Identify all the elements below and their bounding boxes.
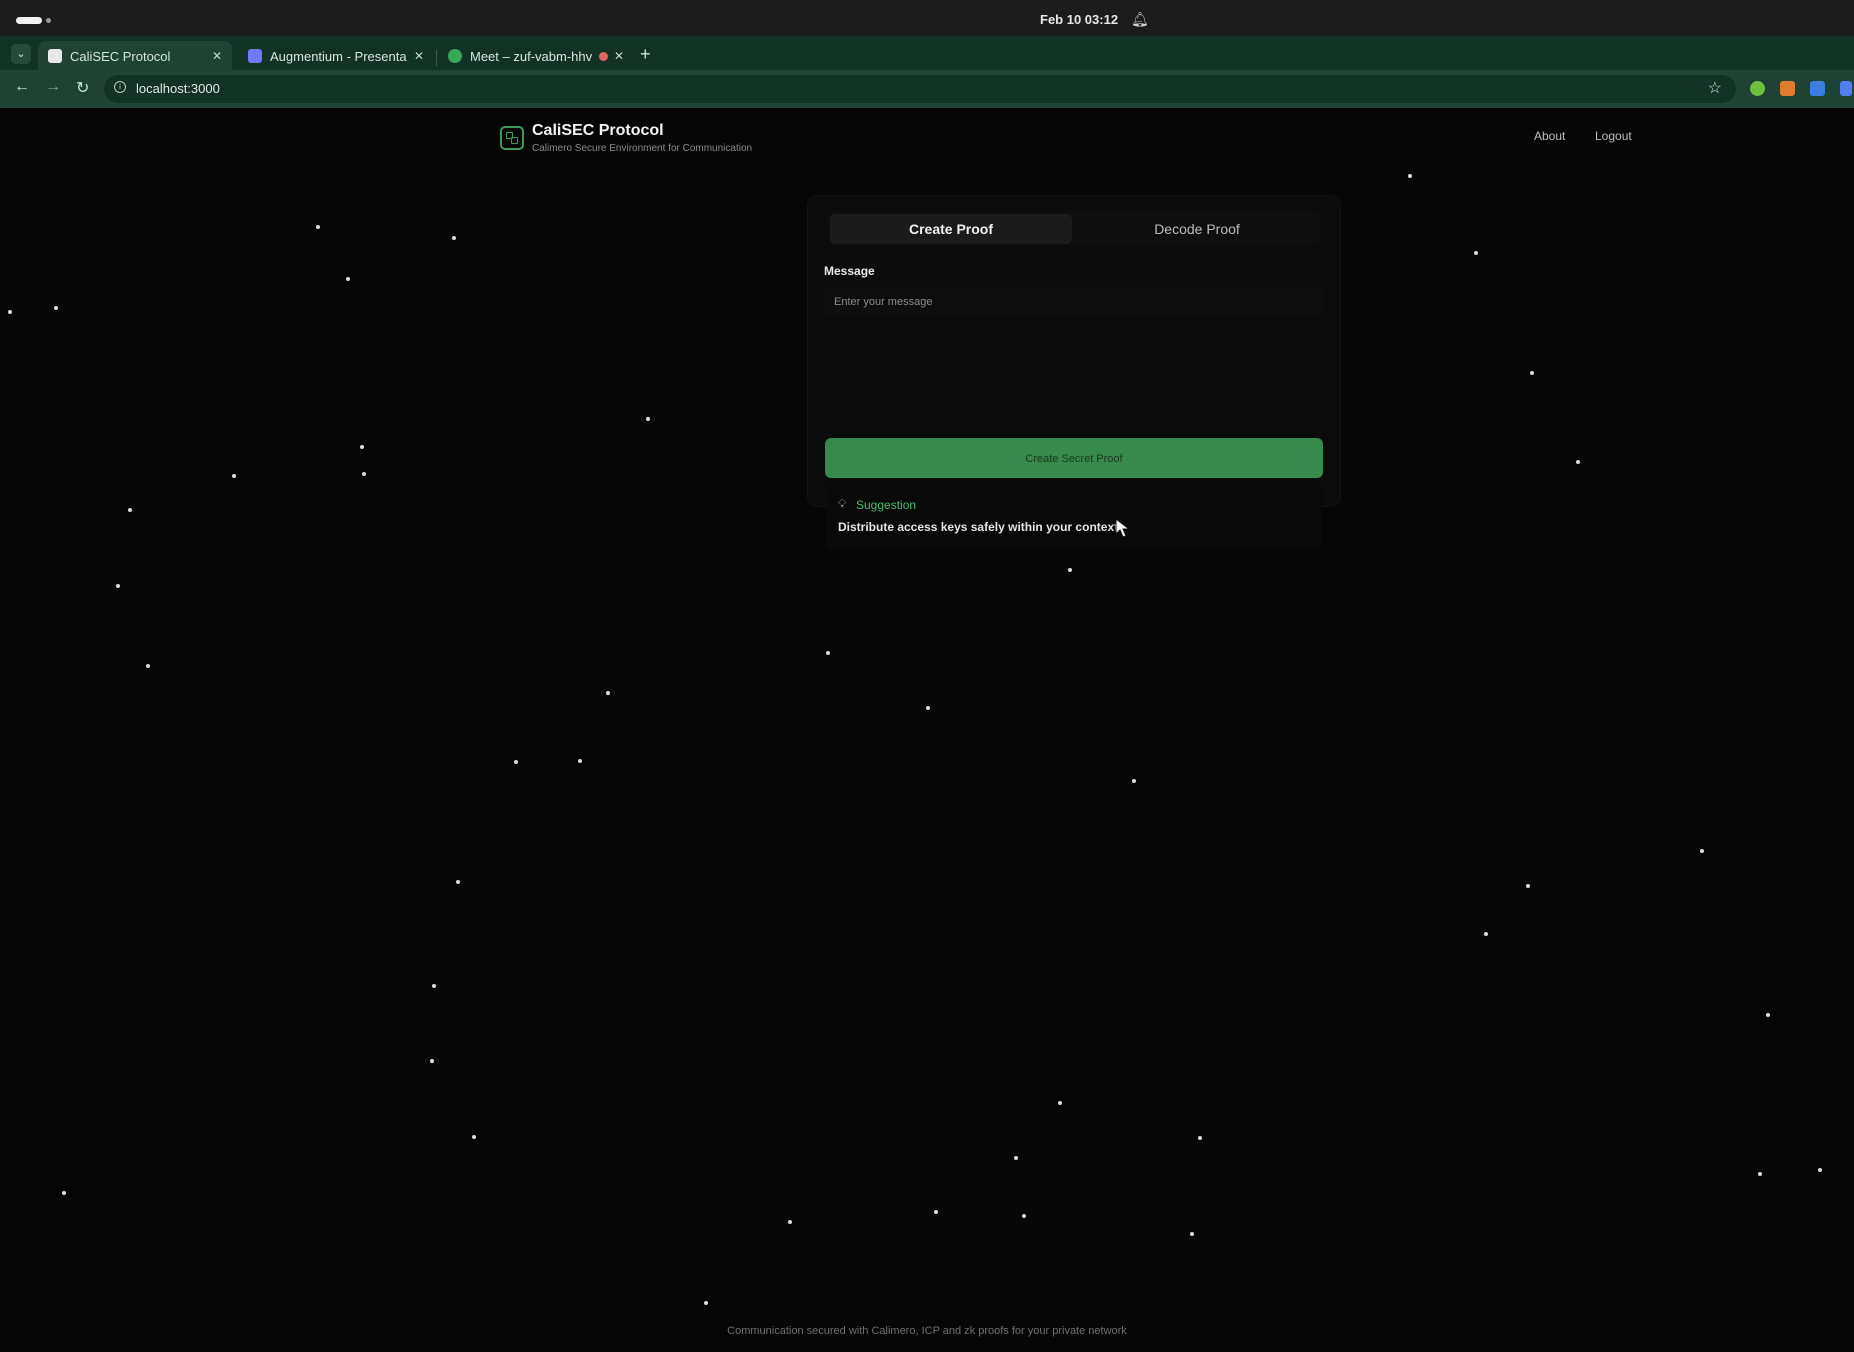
- star-dot: [606, 691, 610, 695]
- extension-icon[interactable]: [1810, 81, 1825, 96]
- extension-icon[interactable]: [1750, 81, 1765, 96]
- star-dot: [704, 1301, 708, 1305]
- logout-link[interactable]: Logout: [1595, 129, 1632, 143]
- star-dot: [128, 508, 132, 512]
- workspace-dot: [46, 18, 51, 23]
- proof-card: Create Proof Decode Proof Message Create…: [808, 196, 1340, 550]
- brand-subtitle: Calimero Secure Environment for Communic…: [532, 143, 753, 154]
- tab-title: CaliSEC Protocol: [70, 48, 171, 64]
- tab-search-chevron-icon[interactable]: ⌄: [11, 44, 31, 64]
- back-arrow-icon[interactable]: ←: [14, 78, 30, 96]
- meet-favicon-icon: [448, 49, 462, 63]
- star-dot: [360, 445, 364, 449]
- bell-icon[interactable]: 🔔︎: [1131, 11, 1149, 28]
- browser-toolbar: ← → ↻ i localhost:3000 ☆: [0, 70, 1854, 108]
- star-dot: [472, 1135, 476, 1139]
- star-dot: [54, 306, 58, 310]
- activities-indicator[interactable]: [16, 17, 42, 24]
- star-dot: [1474, 251, 1478, 255]
- star-dot: [362, 472, 366, 476]
- star-dot: [934, 1210, 938, 1214]
- tab-decode-proof[interactable]: Decode Proof: [1076, 214, 1318, 244]
- address-bar[interactable]: i localhost:3000 ☆: [104, 75, 1736, 103]
- os-clock[interactable]: Feb 10 03:12: [1040, 12, 1118, 27]
- suggestion-title: Suggestion: [856, 498, 917, 512]
- footer-text: Communication secured with Calimero, ICP…: [727, 1325, 1127, 1337]
- star-dot: [116, 584, 120, 588]
- star-dot: [232, 474, 236, 478]
- star-dot: [788, 1220, 792, 1224]
- tab-title: Meet – zuf-vabm-hhv: [470, 48, 593, 64]
- star-dot: [1758, 1172, 1762, 1176]
- browser-tab-strip: ⌄ CaliSEC Protocol ✕ Augmentium - Presen…: [0, 36, 1854, 72]
- message-label: Message: [824, 264, 875, 278]
- star-dot: [1198, 1136, 1202, 1140]
- reload-icon[interactable]: ↻: [76, 78, 89, 98]
- star-dot: [926, 706, 930, 710]
- star-dot: [456, 880, 460, 884]
- close-tab-icon[interactable]: ✕: [212, 49, 222, 63]
- star-dot: [1484, 932, 1488, 936]
- about-link[interactable]: About: [1534, 129, 1565, 143]
- close-tab-icon[interactable]: ✕: [614, 49, 624, 63]
- star-dot: [62, 1191, 66, 1195]
- browser-tab-calisec[interactable]: CaliSEC Protocol ✕: [38, 41, 232, 71]
- browser-tab-augmentium[interactable]: Augmentium - Presenta ✕: [238, 41, 434, 71]
- mouse-cursor-icon: [1115, 518, 1131, 538]
- star-dot: [146, 664, 150, 668]
- forward-arrow-icon[interactable]: →: [45, 78, 61, 96]
- message-input[interactable]: [824, 288, 1326, 316]
- lightbulb-icon: 💡︎: [838, 497, 847, 511]
- star-dot: [1408, 174, 1412, 178]
- os-top-bar: Feb 10 03:12 🔔︎: [0, 0, 1854, 40]
- star-dot: [1766, 1013, 1770, 1017]
- star-dot: [1530, 371, 1534, 375]
- star-dot: [1068, 568, 1072, 572]
- recording-indicator-icon: [598, 51, 608, 61]
- star-dot: [432, 984, 436, 988]
- calisec-logo-icon[interactable]: [500, 126, 524, 150]
- star-dot: [1022, 1214, 1026, 1218]
- page-canvas: CaliSEC Protocol Calimero Secure Environ…: [0, 108, 1854, 1352]
- star-dot: [1014, 1156, 1018, 1160]
- create-secret-proof-button[interactable]: Create Secret Proof: [825, 438, 1323, 478]
- star-dot: [1132, 779, 1136, 783]
- star-dot: [1190, 1232, 1194, 1236]
- star-dot: [514, 760, 518, 764]
- tab-separator: [436, 50, 437, 66]
- tab-create-proof[interactable]: Create Proof: [830, 214, 1072, 244]
- star-dot: [578, 759, 582, 763]
- bookmark-star-icon[interactable]: ☆: [1708, 78, 1722, 98]
- extension-icon[interactable]: [1780, 81, 1795, 96]
- site-info-icon[interactable]: i: [114, 81, 126, 93]
- star-dot: [646, 417, 650, 421]
- star-dot: [826, 651, 830, 655]
- proof-tabs: Create Proof Decode Proof: [828, 211, 1320, 245]
- augmentium-favicon-icon: [248, 49, 262, 63]
- star-dot: [1818, 1168, 1822, 1172]
- suggestion-text: Distribute access keys safely within you…: [838, 520, 1122, 534]
- url-text[interactable]: localhost:3000: [136, 81, 220, 96]
- star-dot: [1576, 460, 1580, 464]
- star-dot: [452, 236, 456, 240]
- calisec-favicon-icon: [48, 49, 62, 63]
- star-dot: [1058, 1101, 1062, 1105]
- star-dot: [316, 225, 320, 229]
- star-dot: [346, 277, 350, 281]
- browser-tab-meet[interactable]: Meet – zuf-vabm-hhv ✕: [438, 41, 634, 71]
- extension-icon[interactable]: [1840, 81, 1852, 96]
- brand-title[interactable]: CaliSEC Protocol: [532, 122, 664, 140]
- star-dot: [1700, 849, 1704, 853]
- new-tab-plus-icon[interactable]: +: [640, 44, 651, 65]
- close-tab-icon[interactable]: ✕: [414, 49, 424, 63]
- suggestion-box: 💡︎ Suggestion Distribute access keys saf…: [826, 486, 1322, 550]
- tab-title: Augmentium - Presenta: [270, 48, 407, 64]
- star-dot: [430, 1059, 434, 1063]
- star-dot: [8, 310, 12, 314]
- star-dot: [1526, 884, 1530, 888]
